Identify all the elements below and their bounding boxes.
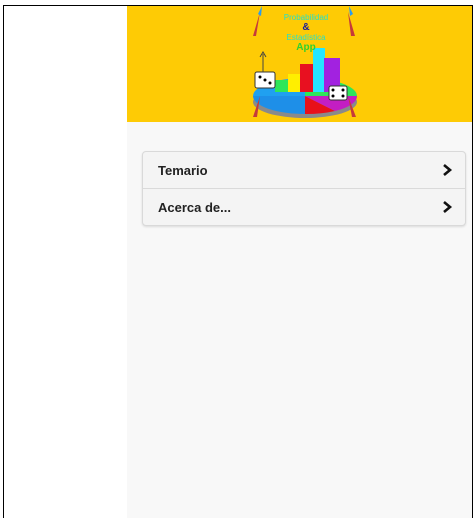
- main-menu: Temario Acerca de...: [142, 151, 466, 226]
- menu-item-acerca-de[interactable]: Acerca de...: [143, 188, 465, 225]
- app-screen: Probabilidad & Estadística App Temario A…: [127, 6, 472, 518]
- chevron-right-icon: [443, 201, 453, 213]
- header-banner: Probabilidad & Estadística App: [127, 6, 472, 122]
- chevron-right-icon: [443, 164, 453, 176]
- menu-item-label: Temario: [158, 162, 208, 178]
- logo-title: Probabilidad & Estadística App: [267, 13, 345, 53]
- logo-line-2: &: [302, 22, 310, 33]
- logo-line-4: App: [296, 42, 316, 53]
- menu-item-temario[interactable]: Temario: [143, 152, 465, 188]
- left-blank-panel: [4, 6, 127, 518]
- menu-item-label: Acerca de...: [158, 199, 231, 215]
